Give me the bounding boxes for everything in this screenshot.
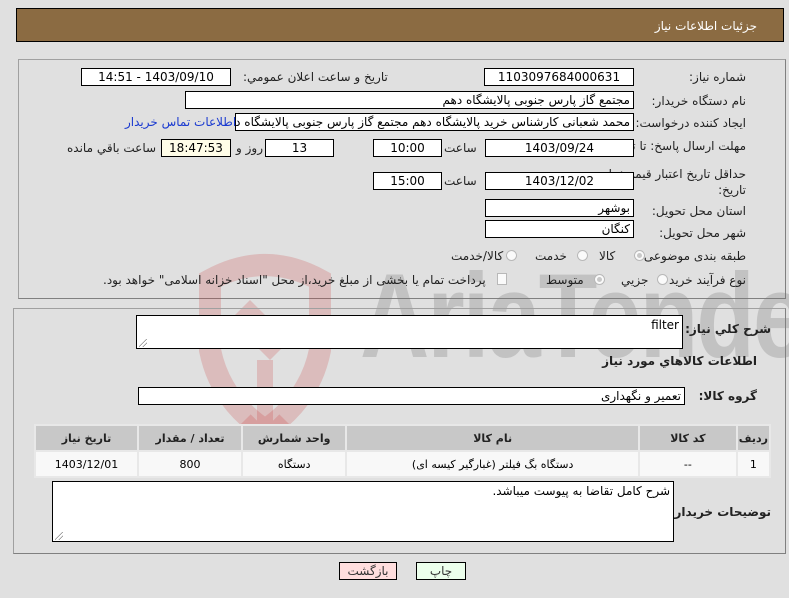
process-option-minor: جزیي xyxy=(621,273,649,287)
buyer-notes-text: شرح کامل تقاضا به پیوست میباشد. xyxy=(492,484,670,498)
requester-label: ایجاد کننده درخواست: xyxy=(635,116,746,130)
process-option-medium: متوسط xyxy=(546,273,584,287)
items-table: ردیف کد کالا نام کالا واحد شمارش تعداد /… xyxy=(34,424,772,478)
remaining-time-label: ساعت باقي مانده xyxy=(67,141,157,155)
back-button[interactable]: بازگشت xyxy=(339,562,397,580)
general-description-text: filter xyxy=(651,318,679,332)
remaining-time-field: 18:47:53 xyxy=(161,139,231,157)
page-header-bar: جزئیات اطلاعات نیاز xyxy=(16,8,784,42)
col-header-row-number: ردیف xyxy=(735,424,772,452)
price-validity-time-label: ساعت xyxy=(444,174,477,188)
cell-item-name: دستگاه بگ فیلتر (غبارگیر کیسه ای) xyxy=(345,450,640,478)
process-radio-minor[interactable] xyxy=(657,274,668,285)
category-radio-goods[interactable] xyxy=(634,250,645,261)
resize-grip-icon[interactable] xyxy=(139,339,147,347)
buyer-notes-textarea[interactable]: شرح کامل تقاضا به پیوست میباشد. xyxy=(52,481,674,542)
category-radio-service[interactable] xyxy=(577,250,588,261)
remaining-days-label: روز و xyxy=(236,141,263,155)
delivery-province-label: استان محل تحویل: xyxy=(651,204,746,218)
page-title: جزئیات اطلاعات نیاز xyxy=(654,19,757,33)
category-option-service: خدمت xyxy=(535,249,567,263)
remaining-days-field: 13 xyxy=(265,139,334,157)
goods-section-title: اطلاعات كالاهاي مورد نياز xyxy=(602,354,757,368)
col-header-need-date: تاریخ نیاز xyxy=(34,424,139,452)
treasury-checkbox-label: پرداخت تمام یا بخشی از مبلغ خرید،از محل … xyxy=(103,273,486,287)
category-option-goods: کالا xyxy=(599,249,616,263)
response-deadline-time-field: 10:00 xyxy=(373,139,442,157)
response-deadline-time-label: ساعت xyxy=(444,141,477,155)
purchase-process-label: نوع فرآیند خرید : xyxy=(661,273,746,287)
need-number-label: شماره نیاز: xyxy=(689,70,746,84)
items-table-header: ردیف کد کالا نام کالا واحد شمارش تعداد /… xyxy=(34,424,772,452)
col-header-unit: واحد شمارش xyxy=(240,424,348,452)
cell-unit: دستگاه xyxy=(240,450,348,478)
cell-row-number: 1 xyxy=(735,450,772,478)
general-description-textarea[interactable]: filter xyxy=(136,315,683,349)
col-header-quantity: تعداد / مقدار xyxy=(137,424,243,452)
buyer-contact-link[interactable]: اطلاعات تماس خریدار xyxy=(125,115,236,129)
announce-datetime-label: تاریخ و ساعت اعلان عمومي: xyxy=(243,70,388,84)
need-number-field: 1103097684000631 xyxy=(484,68,634,86)
buyer-org-field: مجتمع گاز پارس جنوبی پالایشگاه دهم xyxy=(185,91,634,109)
price-validity-time-field: 15:00 xyxy=(373,172,442,190)
delivery-city-label: شهر محل تحویل: xyxy=(659,226,746,240)
general-description-label: شرح كلي نياز: xyxy=(685,322,771,336)
cell-quantity: 800 xyxy=(137,450,243,478)
requester-field: محمد شعبانی کارشناس خرید پالایشگاه دهم م… xyxy=(235,113,634,131)
cell-need-date: 1403/12/01 xyxy=(34,450,139,478)
print-button[interactable]: چاپ xyxy=(416,562,466,580)
process-radio-medium[interactable] xyxy=(594,274,605,285)
goods-group-label: گروه کالا: xyxy=(698,389,757,403)
delivery-province-field: بوشهر xyxy=(485,199,634,217)
category-option-goods-service: کالا/خدمت xyxy=(451,249,504,263)
col-header-item-code: کد کالا xyxy=(637,424,738,452)
announce-datetime-field: 1403/09/10 - 14:51 xyxy=(81,68,231,86)
buyer-notes-label: توضیحات خریدار: xyxy=(669,505,771,519)
table-row: 1 -- دستگاه بگ فیلتر (غبارگیر کیسه ای) د… xyxy=(34,450,772,478)
cell-item-code: -- xyxy=(637,450,738,478)
goods-group-field: تعمیر و نگهداری xyxy=(138,387,685,405)
price-validity-date-field: 1403/12/02 xyxy=(485,172,634,190)
treasury-checkbox[interactable] xyxy=(497,273,507,285)
resize-grip-icon[interactable] xyxy=(55,532,63,540)
buyer-org-label: نام دستگاه خریدار: xyxy=(651,94,747,108)
delivery-city-field: کنگان xyxy=(485,220,634,238)
col-header-item-name: نام کالا xyxy=(345,424,640,452)
response-deadline-date-field: 1403/09/24 xyxy=(485,139,634,157)
category-label: طبقه بندی موضوعی: xyxy=(639,249,746,263)
category-radio-goods-service[interactable] xyxy=(506,250,517,261)
